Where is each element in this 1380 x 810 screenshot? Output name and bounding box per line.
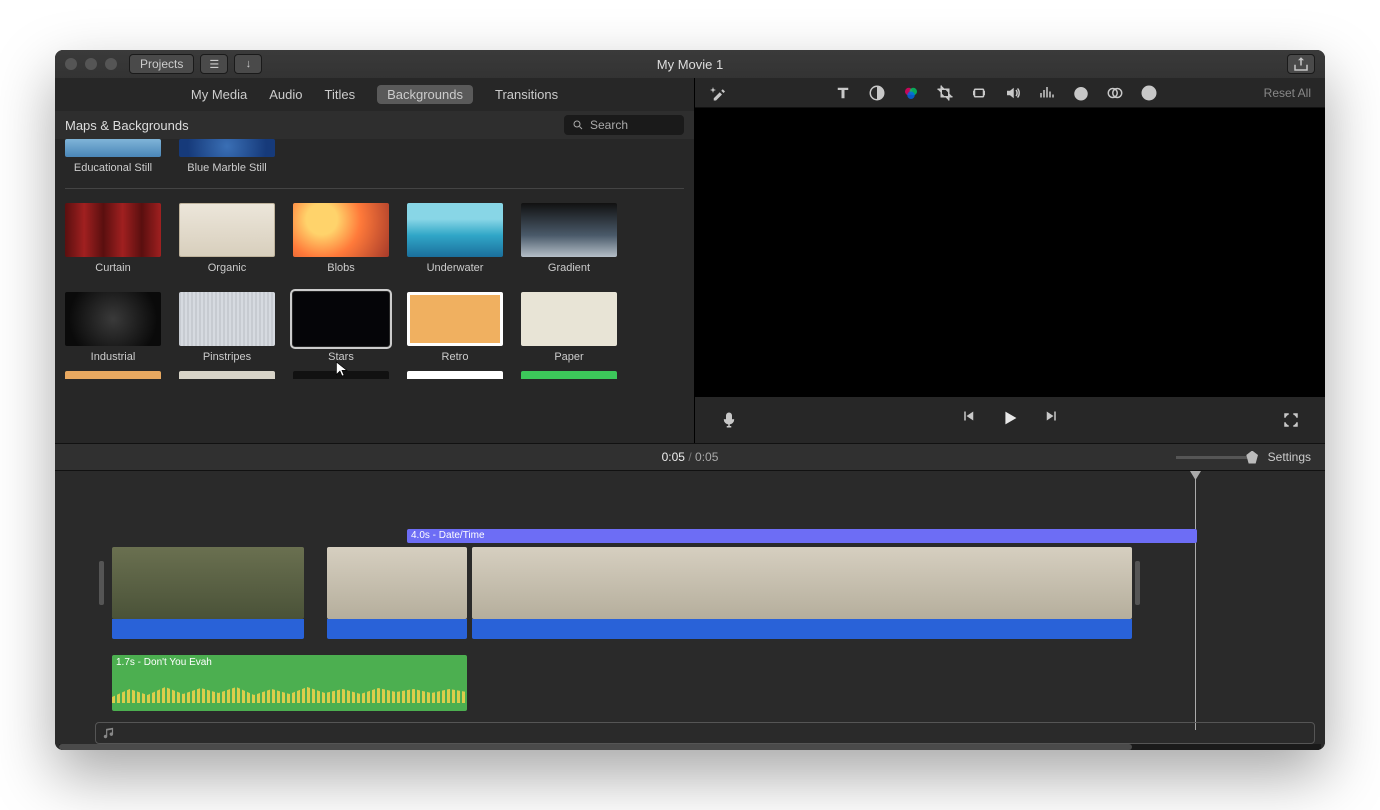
playback-controls bbox=[695, 397, 1325, 443]
titles-tool-icon[interactable] bbox=[833, 83, 853, 103]
time-total: 0:05 bbox=[695, 450, 718, 464]
bg-stars[interactable] bbox=[293, 292, 389, 346]
bg-stub-3[interactable] bbox=[293, 371, 389, 379]
zoom-slider[interactable] bbox=[1176, 456, 1256, 459]
viewer-toolbar: Reset All bbox=[695, 78, 1325, 108]
bg-blue-marble-still[interactable] bbox=[179, 139, 275, 157]
volume-icon[interactable] bbox=[1003, 83, 1023, 103]
music-track[interactable] bbox=[95, 722, 1315, 744]
bg-industrial[interactable] bbox=[65, 292, 161, 346]
video-clip-2[interactable] bbox=[327, 547, 467, 639]
enhance-icon[interactable] bbox=[709, 83, 729, 103]
video-clip-3[interactable] bbox=[472, 547, 1132, 639]
play-button[interactable] bbox=[999, 407, 1021, 434]
settings-button[interactable]: Settings bbox=[1268, 450, 1311, 464]
titlebar: Projects ☰ ↓ My Movie 1 bbox=[55, 50, 1325, 78]
bg-stub-2[interactable] bbox=[179, 371, 275, 379]
search-placeholder: Search bbox=[590, 118, 628, 132]
browser-tabs: My Media Audio Titles Backgrounds Transi… bbox=[55, 78, 694, 111]
video-clip-1[interactable] bbox=[112, 547, 304, 639]
tab-audio[interactable]: Audio bbox=[269, 87, 302, 102]
speed-icon[interactable] bbox=[1071, 83, 1091, 103]
bg-underwater[interactable] bbox=[407, 203, 503, 257]
music-icon bbox=[102, 726, 116, 740]
bg-organic[interactable] bbox=[179, 203, 275, 257]
tab-backgrounds[interactable]: Backgrounds bbox=[377, 85, 473, 104]
bg-pinstripes[interactable] bbox=[179, 292, 275, 346]
time-current: 0:05 bbox=[662, 450, 685, 464]
prev-button[interactable] bbox=[959, 407, 977, 434]
bg-educational-still[interactable] bbox=[65, 139, 161, 157]
share-icon[interactable] bbox=[1287, 54, 1315, 74]
project-title: My Movie 1 bbox=[55, 57, 1325, 72]
timeline[interactable]: 4.0s - Date/Time 1.7s - Don't You Evah bbox=[55, 471, 1325, 750]
bg-paper[interactable] bbox=[521, 292, 617, 346]
clip-edge-left[interactable] bbox=[99, 561, 104, 605]
tab-my-media[interactable]: My Media bbox=[191, 87, 247, 102]
next-button[interactable] bbox=[1043, 407, 1061, 434]
reset-all-button[interactable]: Reset All bbox=[1264, 86, 1311, 100]
info-icon[interactable] bbox=[1139, 83, 1159, 103]
horizontal-scrollbar[interactable] bbox=[59, 744, 1321, 750]
bg-gradient[interactable] bbox=[521, 203, 617, 257]
bg-stub-5[interactable] bbox=[521, 371, 617, 379]
bg-stub-4[interactable] bbox=[407, 371, 503, 379]
tab-titles[interactable]: Titles bbox=[325, 87, 356, 102]
preview-monitor[interactable] bbox=[695, 108, 1325, 397]
app-window: Projects ☰ ↓ My Movie 1 My Media Audio T… bbox=[55, 50, 1325, 750]
media-browser: My Media Audio Titles Backgrounds Transi… bbox=[55, 78, 695, 443]
waveform bbox=[112, 683, 467, 703]
divider bbox=[65, 188, 684, 189]
search-input[interactable]: Search bbox=[564, 115, 684, 135]
bg-retro[interactable] bbox=[407, 292, 503, 346]
bg-curtain[interactable] bbox=[65, 203, 161, 257]
color-balance-icon[interactable] bbox=[867, 83, 887, 103]
color-correction-icon[interactable] bbox=[901, 83, 921, 103]
viewer: Reset All bbox=[695, 78, 1325, 443]
filters-icon[interactable] bbox=[1105, 83, 1125, 103]
bg-blobs[interactable] bbox=[293, 203, 389, 257]
audio-clip[interactable]: 1.7s - Don't You Evah bbox=[112, 655, 467, 711]
timeline-header: 0:05 / 0:05 Settings bbox=[55, 443, 1325, 471]
crop-icon[interactable] bbox=[935, 83, 955, 103]
tab-transitions[interactable]: Transitions bbox=[495, 87, 558, 102]
clip-edge-right[interactable] bbox=[1135, 561, 1140, 605]
bg-stub-1[interactable] bbox=[65, 371, 161, 379]
stabilize-icon[interactable] bbox=[969, 83, 989, 103]
title-clip[interactable]: 4.0s - Date/Time bbox=[407, 529, 1197, 543]
search-icon bbox=[572, 119, 584, 131]
browser-section-label: Maps & Backgrounds bbox=[65, 118, 189, 133]
playhead[interactable] bbox=[1195, 471, 1196, 730]
noise-reduction-icon[interactable] bbox=[1037, 83, 1057, 103]
